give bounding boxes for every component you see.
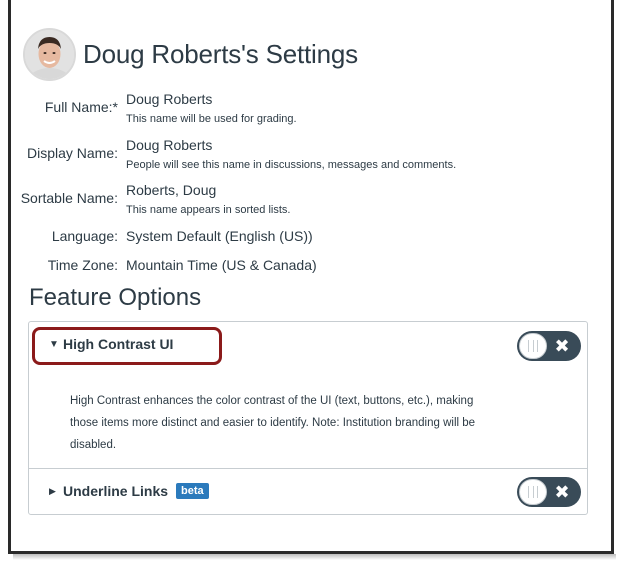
feature-description: High Contrast enhances the color contras… <box>70 395 476 451</box>
high-contrast-toggle[interactable]: ✖ <box>517 331 581 361</box>
language-label: Language: <box>51 228 118 244</box>
time-zone-row: Time Zone: Mountain Time (US & Canada) <box>20 257 317 273</box>
time-zone-label: Time Zone: <box>47 257 118 273</box>
toggle-knob <box>519 333 547 359</box>
full-name-label: Full Name:* <box>44 99 118 115</box>
display-name-hint: People will see this name in discussions… <box>126 159 457 171</box>
underline-links-expander[interactable]: ▶ Underline Links beta <box>49 483 209 499</box>
close-icon: ✖ <box>554 336 570 356</box>
high-contrast-expander[interactable]: ▼ High Contrast UI <box>49 336 173 352</box>
language-value: System Default (English (US)) <box>126 228 313 244</box>
display-name-label: Display Name: <box>26 145 118 161</box>
avatar[interactable] <box>23 28 76 81</box>
full-name-hint: This name will be used for grading. <box>126 113 297 125</box>
grip-icon <box>528 340 538 352</box>
grip-icon <box>528 486 538 498</box>
sortable-name-row: Sortable Name: Roberts, Doug This name a… <box>20 182 291 216</box>
caret-right-icon: ▶ <box>49 485 56 496</box>
page-title: Doug Roberts's Settings <box>83 39 358 69</box>
underline-links-toggle[interactable]: ✖ <box>517 477 581 507</box>
time-zone-value: Mountain Time (US & Canada) <box>126 257 317 273</box>
caret-down-icon: ▼ <box>49 338 59 350</box>
feature-item: ▶ Underline Links beta ✖ <box>29 468 587 514</box>
language-row: Language: System Default (English (US)) <box>20 228 313 244</box>
display-name-value: Doug Roberts <box>126 137 213 153</box>
sortable-name-label: Sortable Name: <box>20 190 118 206</box>
window-shadow <box>13 554 616 560</box>
sortable-name-value: Roberts, Doug <box>126 182 217 198</box>
avatar-photo-icon <box>25 30 74 79</box>
display-name-row: Display Name: Doug Roberts People will s… <box>20 137 456 171</box>
beta-badge: beta <box>176 483 209 499</box>
page-header: Doug Roberts's Settings <box>23 28 358 81</box>
feature-item: ▼ High Contrast UI ✖ High Contrast enhan… <box>29 322 587 468</box>
close-icon: ✖ <box>554 482 570 502</box>
sortable-name-hint: This name appears in sorted lists. <box>126 204 291 216</box>
toggle-knob <box>519 479 547 505</box>
feature-options-title: Feature Options <box>29 284 202 311</box>
feature-name: High Contrast UI <box>63 336 174 352</box>
full-name-value: Doug Roberts <box>126 91 213 107</box>
feature-name: Underline Links <box>63 483 169 499</box>
feature-options-list: ▼ High Contrast UI ✖ High Contrast enhan… <box>28 321 588 515</box>
full-name-row: Full Name:* Doug Roberts This name will … <box>20 91 297 125</box>
